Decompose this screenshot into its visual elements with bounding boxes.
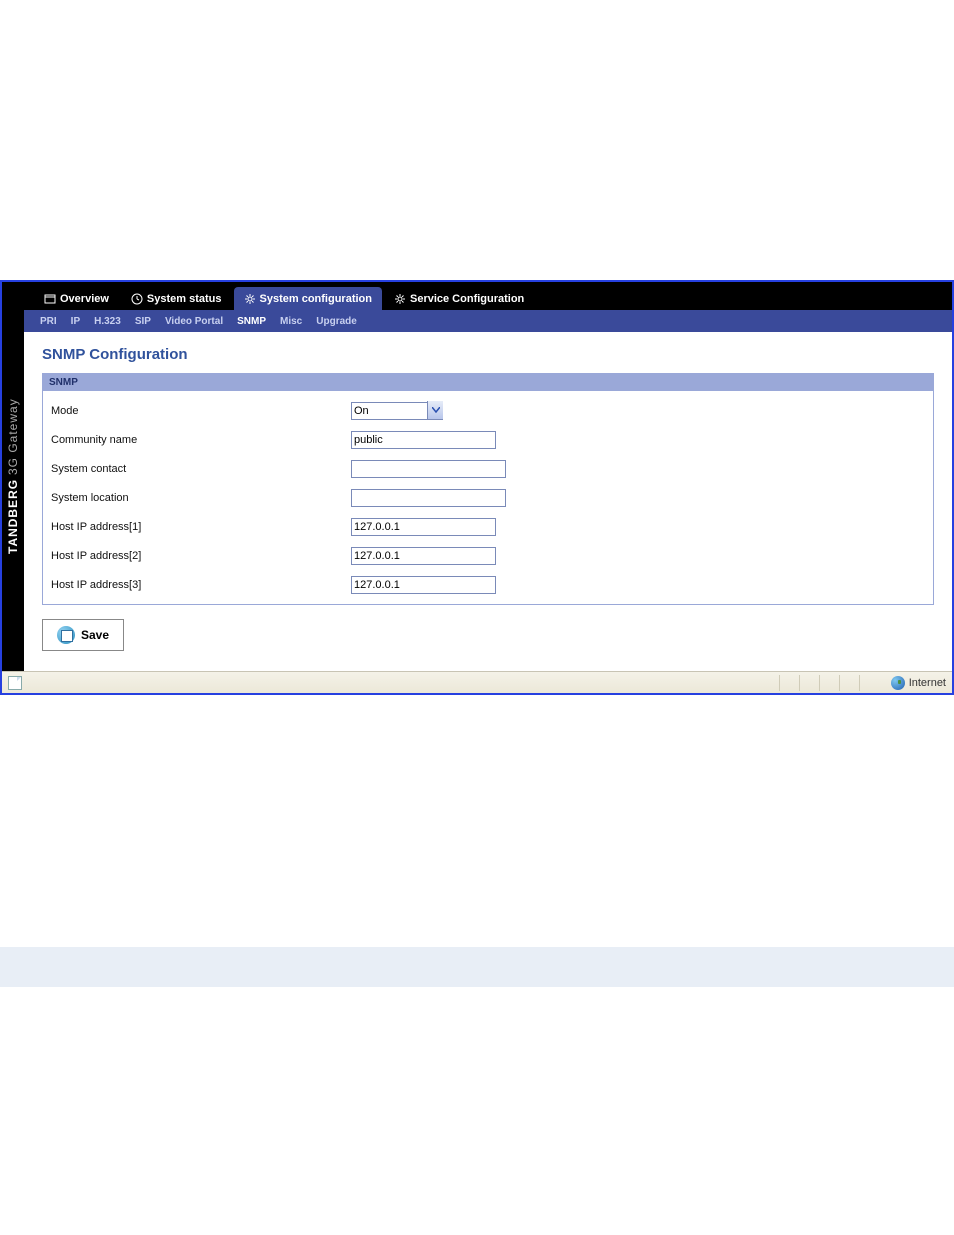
overview-icon (44, 293, 56, 305)
status-zone: Internet (909, 677, 946, 689)
contact-label: System contact (51, 463, 351, 475)
snmp-panel: SNMP Mode On (42, 373, 934, 605)
row-host3: Host IP address[3] (51, 575, 925, 594)
statusbar: Internet (2, 671, 952, 693)
subnav-upgrade[interactable]: Upgrade (316, 316, 357, 327)
tab-overview[interactable]: Overview (34, 287, 119, 310)
panel-body: Mode On (43, 391, 933, 604)
status-right: Internet (779, 675, 946, 691)
content: SNMP Configuration SNMP Mode On (24, 332, 952, 671)
save-label: Save (81, 628, 109, 642)
page-icon (8, 676, 22, 690)
tab-label: System configuration (260, 293, 372, 305)
subnav-h323[interactable]: H.323 (94, 316, 121, 327)
status-cell (779, 675, 799, 691)
bullet-list: . . . . (0, 805, 954, 877)
brand-name: TANDBERG (6, 479, 20, 554)
app-window: TANDBERG 3G Gateway Overview S (0, 280, 954, 695)
bullet-item: . (180, 823, 954, 841)
mode-select[interactable]: On (351, 402, 443, 420)
subnav-sip[interactable]: SIP (135, 316, 151, 327)
bullet-item: . (180, 859, 954, 877)
status-cell (799, 675, 819, 691)
status-cells (779, 675, 879, 691)
save-area: Save (42, 619, 934, 651)
status-left (8, 676, 22, 690)
host1-input[interactable] (351, 518, 496, 536)
app-body: TANDBERG 3G Gateway Overview S (2, 282, 952, 671)
row-host1: Host IP address[1] (51, 517, 925, 536)
host1-label: Host IP address[1] (51, 521, 351, 533)
community-label: Community name (51, 434, 351, 446)
row-location: System location (51, 488, 925, 507)
host3-input[interactable] (351, 576, 496, 594)
clock-icon (131, 293, 143, 305)
tabs-bar: Overview System status System configurat… (24, 282, 952, 310)
community-input[interactable] (351, 431, 496, 449)
status-cell (819, 675, 839, 691)
row-community: Community name (51, 430, 925, 449)
contact-input[interactable] (351, 460, 506, 478)
host2-label: Host IP address[2] (51, 550, 351, 562)
tab-system-status[interactable]: System status (121, 287, 232, 310)
tab-service-configuration[interactable]: Service Configuration (384, 287, 534, 310)
globe-icon (891, 676, 905, 690)
page-title: SNMP Configuration (42, 346, 934, 363)
subnav-snmp[interactable]: SNMP (237, 316, 266, 327)
sidebar-brand: TANDBERG 3G Gateway (2, 282, 24, 671)
status-cell (839, 675, 859, 691)
page-wrapper: TANDBERG 3G Gateway Overview S (0, 0, 954, 987)
tab-label: System status (147, 293, 222, 305)
brand-subtitle: 3G Gateway (6, 399, 20, 476)
subnav-video-portal[interactable]: Video Portal (165, 316, 223, 327)
panel-header: SNMP (43, 374, 933, 391)
disk-icon (57, 626, 75, 644)
tab-system-configuration[interactable]: System configuration (234, 287, 382, 310)
subnav-misc[interactable]: Misc (280, 316, 302, 327)
bullet-item: . (180, 841, 954, 859)
tab-label: Service Configuration (410, 293, 524, 305)
info-box (0, 947, 954, 987)
subnav-pri[interactable]: PRI (40, 316, 57, 327)
gear-icon (244, 293, 256, 305)
mode-label: Mode (51, 405, 351, 417)
row-host2: Host IP address[2] (51, 546, 925, 565)
gear-icon (394, 293, 406, 305)
save-button[interactable]: Save (42, 619, 124, 651)
main-area: Overview System status System configurat… (24, 282, 952, 671)
tab-label: Overview (60, 293, 109, 305)
bullet-item: . (180, 805, 954, 823)
host3-label: Host IP address[3] (51, 579, 351, 591)
location-label: System location (51, 492, 351, 504)
status-cell (859, 675, 879, 691)
row-contact: System contact (51, 459, 925, 478)
subnav-ip[interactable]: IP (71, 316, 80, 327)
subnav: PRI IP H.323 SIP Video Portal SNMP Misc … (24, 310, 952, 332)
host2-input[interactable] (351, 547, 496, 565)
location-input[interactable] (351, 489, 506, 507)
row-mode: Mode On (51, 401, 925, 420)
